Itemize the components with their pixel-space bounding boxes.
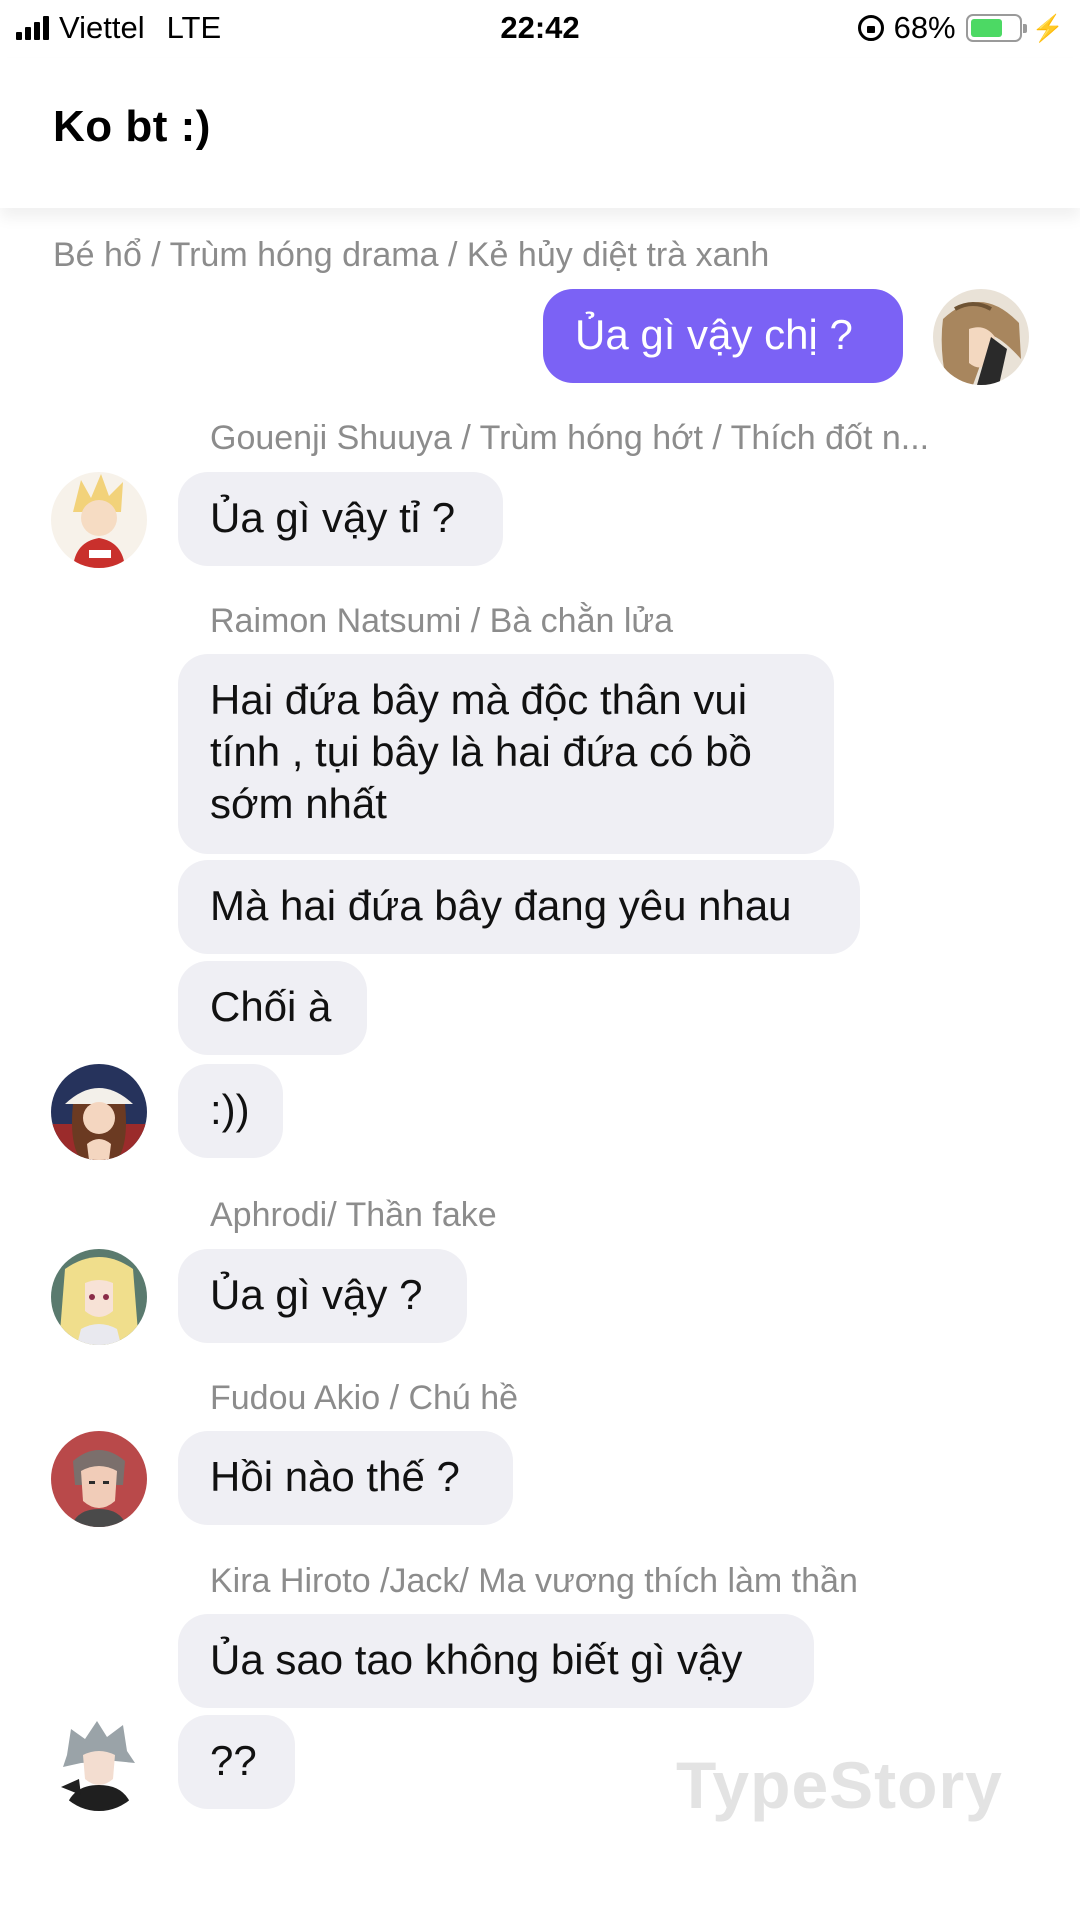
avatar[interactable] [51, 472, 147, 568]
avatar[interactable] [933, 289, 1029, 385]
message-bubble[interactable]: Ủa sao tao không biết gì vậy [178, 1614, 814, 1708]
battery-percent: 68% [893, 10, 956, 45]
avatar[interactable] [51, 1715, 147, 1811]
message-bubble[interactable]: Hai đứa bây mà độc thân vui tính , tụi b… [178, 654, 834, 854]
chat-header: Ko bt :) [0, 58, 1080, 208]
avatar[interactable] [51, 1064, 147, 1160]
message-bubble[interactable]: Mà hai đứa bây đang yêu nhau [178, 860, 860, 954]
message-bubble[interactable]: ?? [178, 1715, 295, 1809]
status-bar: Viettel LTE 22:42 68% ⚡ [0, 0, 1080, 58]
message-bubble[interactable]: :)) [178, 1064, 283, 1158]
chat-title[interactable]: Ko bt :) [53, 102, 211, 152]
battery-fill [970, 19, 1002, 37]
watermark-logo: TypeStory [676, 1748, 1003, 1822]
sender-name: Gouenji Shuuya / Trùm hóng hớt / Thích đ… [210, 419, 930, 457]
sender-name: Raimon Natsumi / Bà chằn lửa [210, 602, 674, 640]
sender-name: Aphrodi/ Thần fake [210, 1196, 497, 1234]
avatar[interactable] [51, 1249, 147, 1345]
message-bubble[interactable]: Ủa gì vậy tỉ ? [178, 472, 503, 566]
avatar[interactable] [51, 1431, 147, 1527]
sender-name: Bé hổ / Trùm hóng drama / Kẻ hủy diệt tr… [53, 236, 770, 274]
message-bubble-outgoing[interactable]: Ủa gì vậy chị ? [543, 289, 903, 383]
battery-icon [965, 14, 1027, 42]
message-bubble[interactable]: Ủa gì vậy ? [178, 1249, 467, 1343]
rotation-lock-icon [857, 15, 884, 41]
status-right: 68% ⚡ [857, 10, 1064, 46]
message-bubble[interactable]: Hồi nào thế ? [178, 1431, 513, 1525]
sender-name: Fudou Akio / Chú hề [210, 1379, 519, 1417]
sender-name: Kira Hiroto /Jack/ Ma vương thích làm th… [210, 1562, 858, 1600]
message-bubble[interactable]: Chối à [178, 961, 367, 1055]
charging-bolt-icon: ⚡ [1031, 12, 1064, 43]
